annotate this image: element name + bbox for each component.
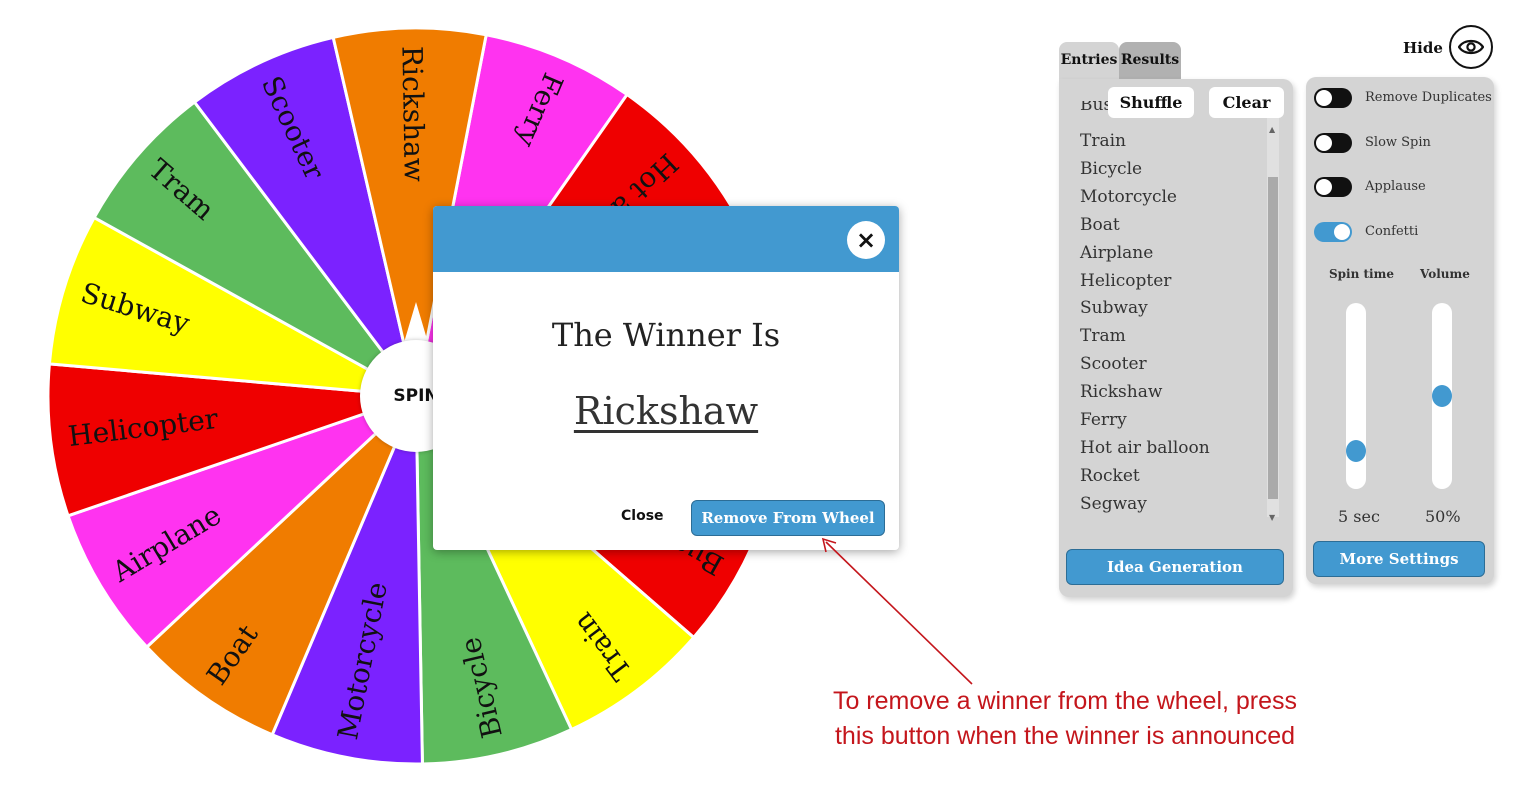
toggle-label: Applause (1365, 179, 1426, 195)
winner-name: Rickshaw (573, 389, 759, 433)
list-item: Scooter (1080, 354, 1147, 375)
annotation-line-2: this button when the winner is announced (834, 722, 1296, 750)
list-item: Hot air balloon (1080, 437, 1210, 458)
idea-generation-button[interactable]: Idea Generation (1066, 549, 1284, 585)
scroll-up-icon[interactable]: ▲ (1269, 125, 1275, 134)
more-settings-button[interactable]: More Settings (1313, 541, 1485, 577)
spin-time-slider[interactable] (1346, 303, 1366, 489)
hide-label[interactable]: Hide (1403, 39, 1443, 57)
toggle-knob (1316, 179, 1332, 196)
toggle-label: Confetti (1365, 224, 1419, 240)
volume-label: Volume (1420, 267, 1470, 281)
wheel-segment-label: Rickshaw (395, 46, 430, 182)
volume-value: 50% (1425, 507, 1461, 526)
list-item: Train (1080, 131, 1126, 151)
applause-toggle[interactable] (1314, 177, 1352, 198)
spin-time-value: 5 sec (1338, 507, 1380, 526)
toggle-label: Remove Duplicates (1365, 90, 1492, 105)
toggle-label: Slow Spin (1365, 134, 1431, 150)
annotation-line-1: To remove a winner from the wheel, press (832, 687, 1298, 715)
winner-modal: × The Winner Is Rickshaw Close Remove Fr… (433, 206, 899, 550)
list-item: Motorcycle (1080, 186, 1177, 207)
close-button[interactable]: Close (621, 508, 664, 524)
remove-duplicates-toggle[interactable] (1314, 88, 1352, 108)
eye-icon-graphic (1458, 39, 1484, 55)
entries-list[interactable]: Bus Train Bicycle Motorcycle Boat Airplane He… (1067, 101, 1285, 529)
list-item: Bicycle (1080, 158, 1143, 179)
list-item: Segway (1080, 493, 1147, 514)
remove-from-wheel-button[interactable]: Remove From Wheel (691, 500, 885, 536)
list-item: Rocket (1080, 465, 1140, 486)
annotation-text: To remove a winner from the wheel, press… (800, 684, 1330, 754)
toggle-knob (1334, 224, 1350, 241)
list-item: Rickshaw (1080, 382, 1163, 403)
volume-slider-thumb[interactable] (1432, 385, 1452, 407)
spin-time-slider-thumb[interactable] (1346, 439, 1366, 462)
spin-time-label: Spin time (1329, 267, 1394, 281)
toggle-knob (1316, 134, 1332, 151)
toggle-knob (1316, 90, 1332, 106)
entries-scrollbar[interactable]: ▲ ▼ (1267, 89, 1279, 522)
list-item: Boat (1080, 214, 1120, 235)
clear-button[interactable]: Clear (1209, 87, 1284, 118)
list-item: Tram (1080, 326, 1126, 347)
list-item: Ferry (1080, 410, 1127, 430)
winner-title: The Winner Is (551, 316, 781, 354)
eye-icon[interactable] (1449, 25, 1493, 69)
scroll-down-icon[interactable]: ▼ (1269, 513, 1275, 522)
modal-close-icon[interactable]: × (847, 221, 885, 259)
volume-slider[interactable] (1432, 303, 1452, 489)
list-item: Subway (1080, 298, 1148, 319)
settings-panel: Remove Duplicates Slow Spin Applause Confet… (1306, 77, 1494, 584)
shuffle-button[interactable]: Shuffle (1108, 87, 1194, 118)
entries-panel: Bus Train Bicycle Motorcycle Boat Airplane He… (1059, 79, 1293, 597)
confetti-toggle[interactable] (1314, 222, 1352, 243)
scroll-thumb[interactable] (1268, 177, 1278, 499)
list-item: Helicopter (1080, 270, 1172, 291)
tab-entries[interactable]: Entries (1059, 42, 1119, 82)
tab-results[interactable]: Results (1119, 42, 1181, 82)
slow-spin-toggle[interactable] (1314, 132, 1352, 153)
modal-header: × (433, 206, 899, 272)
list-item: Airplane (1080, 242, 1154, 263)
